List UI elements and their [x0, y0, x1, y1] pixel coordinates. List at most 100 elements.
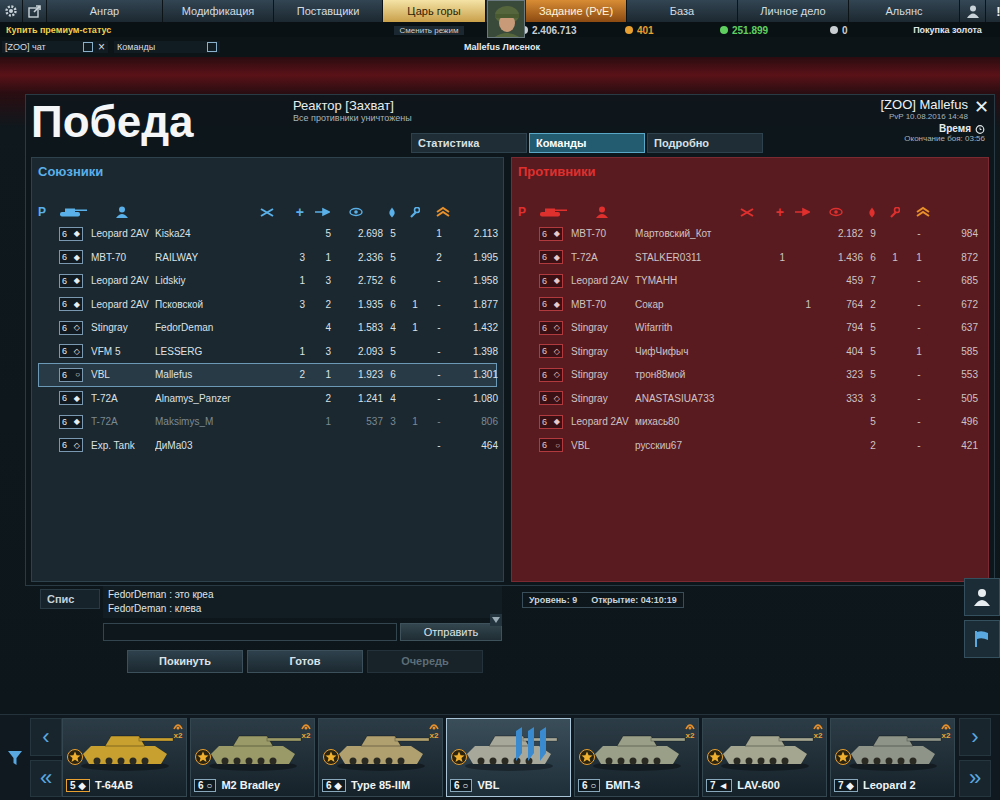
- settings-button[interactable]: [0, 0, 23, 22]
- player-row[interactable]: 6◇Stingrayтрон88мой3235-553: [518, 363, 982, 387]
- vehicle-card[interactable]: x27 ◄LAV-600: [702, 718, 827, 797]
- vehicle-card[interactable]: x27 ◆Leopard 2: [830, 718, 955, 797]
- stat-cell: 6: [863, 252, 883, 263]
- close-button[interactable]: ✕: [974, 97, 989, 117]
- result-tab[interactable]: Подробно: [647, 133, 763, 153]
- alliance-button[interactable]: [964, 620, 1000, 658]
- flag-icon: [973, 630, 991, 648]
- player-row[interactable]: 6◇VFM 5LESSERG132.0935-1.398: [38, 340, 497, 364]
- scroll-down-button[interactable]: [490, 614, 502, 626]
- rank-chevron-icon: [436, 206, 450, 218]
- player-row[interactable]: 6◆Leopard 2AVTYMAHH4597-685: [518, 269, 982, 293]
- xp-bonus-badge: x2: [429, 721, 439, 740]
- alert-button[interactable]: !: [986, 0, 1000, 22]
- vehicle-name: T-72A: [91, 393, 155, 404]
- player-row[interactable]: 6◆MBT-70Мартовский_Кот2.1829-984: [518, 222, 982, 246]
- player-row[interactable]: 6◆Leopard 2AVПсковской321.93561-1.877: [38, 293, 497, 317]
- vehicle-card[interactable]: x26 ○M2 Bradley: [190, 718, 315, 797]
- vehicle-name: Leopard 2AV: [571, 275, 635, 286]
- player-row[interactable]: 6◇Exp. TankДиМа03-464: [38, 434, 497, 458]
- filter-button[interactable]: [0, 715, 30, 800]
- lobby-area: СписFedorDeman : это креаFedorDeman : кл…: [0, 586, 1000, 714]
- player-row[interactable]: 6◆MBT-70RAILWAY312.336521.995: [38, 246, 497, 270]
- last-button[interactable]: »: [959, 760, 991, 798]
- prev-button[interactable]: ‹: [30, 718, 62, 756]
- nav-tab[interactable]: Личное дело: [738, 0, 849, 22]
- chat-filter[interactable]: [ZOO] чат×: [2, 41, 108, 53]
- nav-tab[interactable]: База: [627, 0, 738, 22]
- currency: 251.899: [720, 25, 830, 36]
- stat-cell: -: [427, 346, 451, 357]
- checkbox[interactable]: [207, 42, 217, 52]
- lobby-button[interactable]: Покинуть: [127, 650, 243, 673]
- close-button[interactable]: ×: [98, 42, 105, 52]
- player-row[interactable]: 6◆Leopard 2AVLidskiy132.7526-1.958: [38, 269, 497, 293]
- stat-cell: 2: [863, 299, 883, 310]
- mode-cell: Сменить режим: [378, 26, 480, 35]
- vehicle-card[interactable]: 6 ○VBL: [446, 718, 571, 797]
- stat-cell: 459: [811, 275, 863, 286]
- player-header: [90, 206, 154, 218]
- player-row[interactable]: 6◆Leopard 2AVмихась805-496: [518, 410, 982, 434]
- player-row[interactable]: 6◆T-72AAlnamys_Panzer21.2414-1.080: [38, 387, 497, 411]
- stat-cell: 6: [383, 275, 403, 286]
- player-row[interactable]: 6◆T-72ASTALKER031111.436611872: [518, 246, 982, 270]
- player-row[interactable]: 6○VBLрусскиu672-421: [518, 434, 982, 458]
- nav-tab[interactable]: Модификация: [163, 0, 274, 22]
- player-row[interactable]: 6○VBLMallefus211.9236-1.301: [38, 363, 497, 387]
- player-row[interactable]: 6◇StingrayANASTASIUA7333333-505: [518, 387, 982, 411]
- eye-icon: [829, 207, 843, 217]
- player-name: Wifarrith: [635, 322, 755, 333]
- player-row[interactable]: 6◆T-72AMaksimys_M153731-806: [38, 410, 497, 434]
- map-name: Реактор [Захват]: [293, 98, 849, 113]
- player-row[interactable]: 6◇StingrayWifarrith7945-637: [518, 316, 982, 340]
- next-button[interactable]: ›: [959, 718, 991, 756]
- friends-button[interactable]: [964, 578, 1000, 616]
- player-name: михась80: [635, 416, 755, 427]
- profile-button[interactable]: [960, 0, 986, 22]
- nav-tab[interactable]: Царь горы: [383, 0, 486, 22]
- mode-switch[interactable]: Сменить режим: [394, 26, 465, 35]
- tier-badge: 6◆: [59, 297, 83, 311]
- tier-badge: 7 ◄: [706, 779, 732, 792]
- result-tab[interactable]: Статистика: [411, 133, 527, 153]
- stat-cell: 1: [403, 299, 427, 310]
- player-row[interactable]: 6◇StingrayЧифЧифыч40451585: [518, 340, 982, 364]
- tier-badge: 6◇: [539, 321, 563, 335]
- vehicle-card[interactable]: x26 ◆Type 85-IIM: [318, 718, 443, 797]
- tier-badge: 6◇: [59, 438, 83, 452]
- team-panel: СоюзникиР+6◆Leopard 2AVKiska2452.698512.…: [31, 157, 504, 582]
- tier-badge: 7 ◆: [834, 779, 858, 792]
- bonus-icon: [685, 721, 695, 731]
- player-row[interactable]: 6◇StingrayFedorDeman41.58341-1.432: [38, 316, 497, 340]
- premium-link[interactable]: Купить премиум-статус: [0, 25, 378, 35]
- stat-cell: 1: [275, 346, 305, 357]
- player-row[interactable]: 6◆Leopard 2AVKiska2452.698512.113: [38, 222, 497, 246]
- share-button[interactable]: [23, 0, 47, 22]
- room-opening: Открытие: 04:10:19: [591, 595, 677, 605]
- first-button[interactable]: «: [30, 760, 62, 798]
- nav-tab[interactable]: Поставщики: [274, 0, 383, 22]
- list-button[interactable]: Спис: [40, 589, 100, 609]
- crossed-guns-icon: [740, 207, 754, 217]
- send-button[interactable]: Отправить: [400, 623, 502, 641]
- stat-cell: -: [427, 299, 451, 310]
- nav-tab[interactable]: Альянс: [849, 0, 960, 22]
- chat-input[interactable]: [103, 623, 397, 641]
- buy-gold-link[interactable]: Покупка золота: [895, 25, 1000, 35]
- chat-filter[interactable]: Команды: [114, 41, 220, 53]
- vehicle-card[interactable]: x25 ◆T-64AB: [62, 718, 187, 797]
- result-title: Победа: [31, 95, 293, 155]
- nav-tab[interactable]: Задание (PvE): [526, 0, 627, 22]
- result-tab[interactable]: Команды: [529, 133, 645, 153]
- vehicle-card[interactable]: x26 ○БМП-3: [574, 718, 699, 797]
- star-icon: [835, 749, 851, 765]
- lobby-button[interactable]: Готов: [247, 650, 363, 673]
- team-title: Союзники: [38, 158, 497, 202]
- stat-cell: 2: [863, 440, 883, 451]
- vehicle-name: Stingray: [571, 346, 635, 357]
- checkbox[interactable]: [83, 42, 93, 52]
- nav-tab[interactable]: Ангар: [47, 0, 163, 22]
- player-row[interactable]: 6◆MBT-70Сокар17642-672: [518, 293, 982, 317]
- player-avatar[interactable]: [487, 0, 525, 38]
